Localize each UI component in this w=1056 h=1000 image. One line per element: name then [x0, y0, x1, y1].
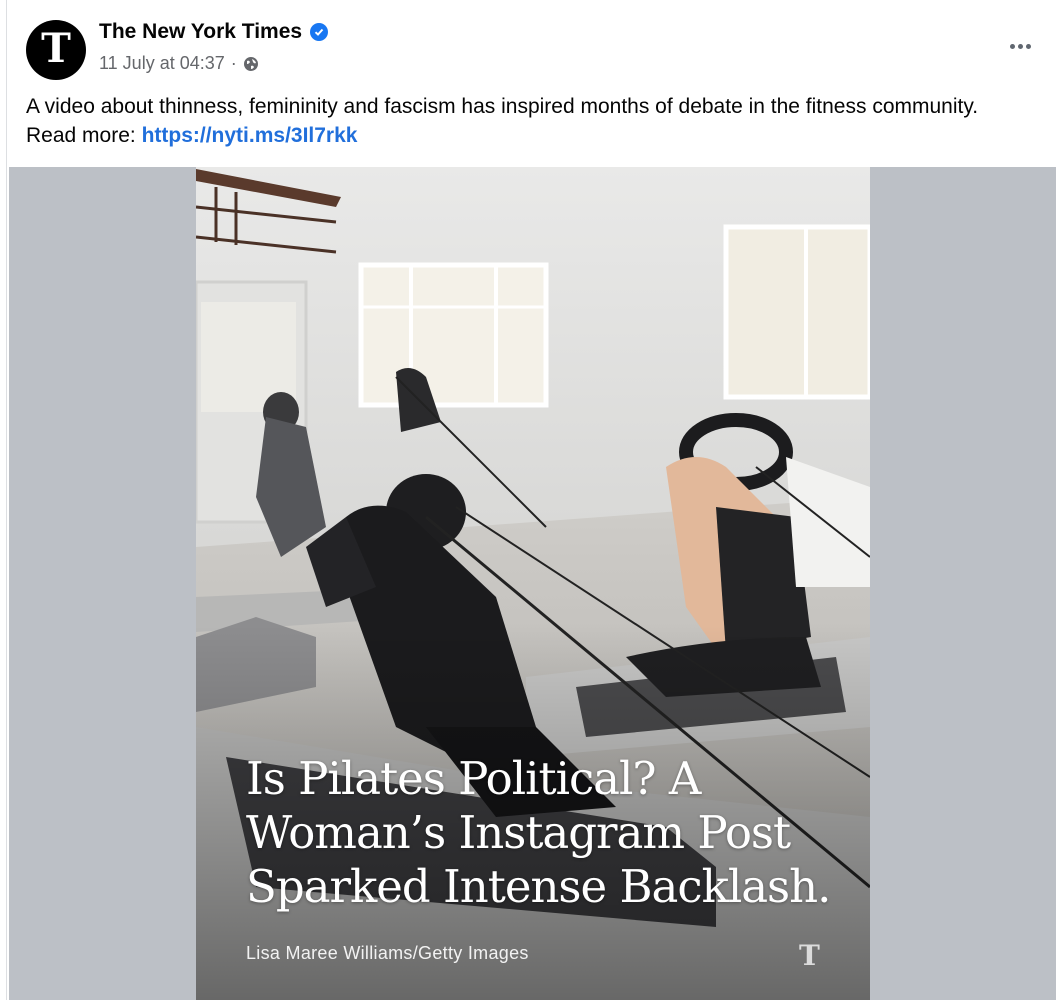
verified-badge-icon	[310, 23, 329, 41]
page-name[interactable]: The New York Times	[99, 20, 302, 44]
more-dot	[1009, 43, 1015, 49]
article-headline: Is Pilates Political? A Woman’s Instagra…	[246, 752, 831, 913]
post-timestamp[interactable]: 11 July at 04:37	[99, 53, 225, 74]
post-header: T The New York Times 11 July at 04:37 ·	[7, 0, 1056, 170]
page-avatar[interactable]: T	[26, 20, 86, 80]
avatar-logo: T	[41, 25, 71, 72]
more-dot	[1017, 43, 1023, 49]
more-dot	[1025, 43, 1031, 49]
nyt-watermark-icon: T	[799, 939, 820, 972]
page-name-row: The New York Times	[99, 20, 329, 44]
photo-credit: Lisa Maree Williams/Getty Images	[246, 943, 529, 963]
post-link[interactable]: https://nyti.ms/3Il7rkk	[142, 124, 358, 147]
more-horizontal-icon[interactable]	[1005, 34, 1035, 58]
post-meta: 11 July at 04:37 ·	[99, 53, 259, 74]
article-photo[interactable]: Is Pilates Political? A Woman’s Instagra…	[196, 167, 870, 1000]
globe-icon[interactable]	[243, 56, 259, 72]
meta-separator: ·	[230, 53, 237, 73]
facebook-post: T The New York Times 11 July at 04:37 ·	[6, 0, 1056, 1000]
post-text: A video about thinness, femininity and f…	[26, 92, 1016, 150]
post-media[interactable]: Is Pilates Political? A Woman’s Instagra…	[9, 167, 1056, 1000]
